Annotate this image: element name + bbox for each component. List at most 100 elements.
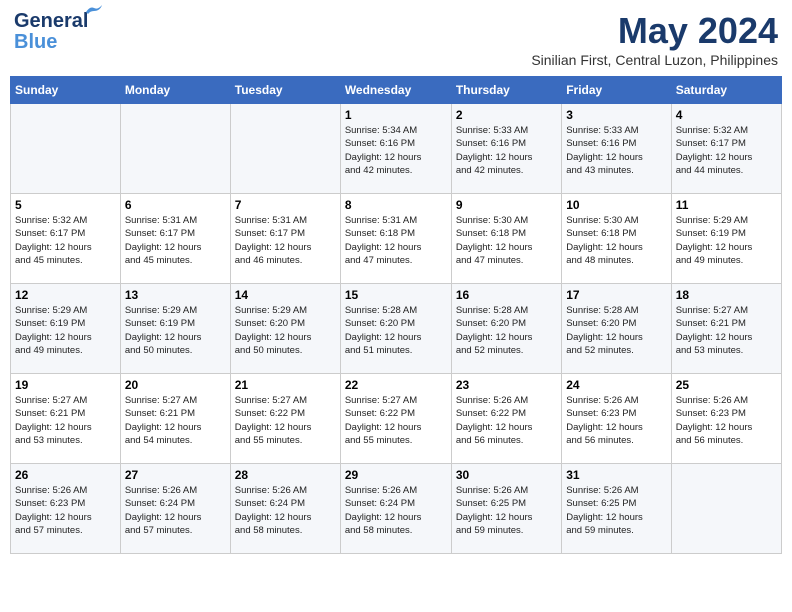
day-number: 4	[676, 108, 777, 122]
day-info: Sunrise: 5:27 AM Sunset: 6:21 PM Dayligh…	[125, 394, 226, 447]
calendar-cell: 31Sunrise: 5:26 AM Sunset: 6:25 PM Dayli…	[562, 464, 671, 554]
day-number: 26	[15, 468, 116, 482]
calendar-cell	[120, 104, 230, 194]
day-number: 11	[676, 198, 777, 212]
calendar-cell: 22 Sunrise: 5:27 AM Sunset: 6:22 PM Dayli…	[340, 374, 451, 464]
day-number: 6	[125, 198, 226, 212]
week-row-2: 5 Sunrise: 5:32 AM Sunset: 6:17 PM Daylig…	[11, 194, 782, 284]
calendar-cell: 29 Sunrise: 5:26 AM Sunset: 6:24 PM Dayli…	[340, 464, 451, 554]
day-number: 10	[566, 198, 666, 212]
logo-bird-icon	[84, 4, 106, 20]
day-info: Sunrise: 5:29 AM Sunset: 6:20 PM Dayligh…	[235, 304, 336, 357]
page-header: General Blue May 2024 Sinilian First, Ce…	[10, 10, 782, 68]
day-number: 17	[566, 288, 666, 302]
calendar-cell: 27 Sunrise: 5:26 AM Sunset: 6:24 PM Dayli…	[120, 464, 230, 554]
calendar-cell: 11 Sunrise: 5:29 AM Sunset: 6:19 PM Dayli…	[671, 194, 781, 284]
day-info: Sunrise: 5:28 AM Sunset: 6:20 PM Dayligh…	[456, 304, 557, 357]
calendar-cell: 8 Sunrise: 5:31 AM Sunset: 6:18 PM Daylig…	[340, 194, 451, 284]
calendar-cell: 12Sunrise: 5:29 AM Sunset: 6:19 PM Dayli…	[11, 284, 121, 374]
day-number: 27	[125, 468, 226, 482]
day-info: Sunrise: 5:26 AM Sunset: 6:24 PM Dayligh…	[125, 484, 226, 537]
day-info: Sunrise: 5:26 AM Sunset: 6:23 PM Dayligh…	[566, 394, 666, 447]
calendar-cell: 21 Sunrise: 5:27 AM Sunset: 6:22 PM Dayli…	[230, 374, 340, 464]
day-number: 18	[676, 288, 777, 302]
calendar-cell: 13 Sunrise: 5:29 AM Sunset: 6:19 PM Dayli…	[120, 284, 230, 374]
day-info: Sunrise: 5:32 AM Sunset: 6:17 PM Dayligh…	[676, 124, 777, 177]
day-number: 21	[235, 378, 336, 392]
day-number: 9	[456, 198, 557, 212]
calendar-table: SundayMondayTuesdayWednesdayThursdayFrid…	[10, 76, 782, 554]
header-thursday: Thursday	[451, 77, 561, 104]
day-number: 22	[345, 378, 447, 392]
day-number: 14	[235, 288, 336, 302]
logo-blue: Blue	[14, 31, 57, 54]
day-info: Sunrise: 5:26 AM Sunset: 6:24 PM Dayligh…	[345, 484, 447, 537]
day-number: 16	[456, 288, 557, 302]
day-info: Sunrise: 5:26 AM Sunset: 6:22 PM Dayligh…	[456, 394, 557, 447]
day-info: Sunrise: 5:33 AM Sunset: 6:16 PM Dayligh…	[456, 124, 557, 177]
day-number: 12	[15, 288, 116, 302]
calendar-cell: 28 Sunrise: 5:26 AM Sunset: 6:24 PM Dayli…	[230, 464, 340, 554]
day-info: Sunrise: 5:29 AM Sunset: 6:19 PM Dayligh…	[676, 214, 777, 267]
calendar-cell: 10 Sunrise: 5:30 AM Sunset: 6:18 PM Dayli…	[562, 194, 671, 284]
day-info: Sunrise: 5:27 AM Sunset: 6:22 PM Dayligh…	[345, 394, 447, 447]
day-info: Sunrise: 5:31 AM Sunset: 6:18 PM Dayligh…	[345, 214, 447, 267]
day-number: 8	[345, 198, 447, 212]
week-row-4: 19 Sunrise: 5:27 AM Sunset: 6:21 PM Dayli…	[11, 374, 782, 464]
day-info: Sunrise: 5:26 AM Sunset: 6:25 PM Dayligh…	[566, 484, 666, 537]
header-sunday: Sunday	[11, 77, 121, 104]
location-subtitle: Sinilian First, Central Luzon, Philippin…	[531, 52, 778, 68]
day-number: 15	[345, 288, 447, 302]
week-row-3: 12 Sunrise: 5:29 AM Sunset: 6:19 PM Dayli…	[11, 284, 782, 374]
day-number: 30	[456, 468, 557, 482]
day-number: 19	[15, 378, 116, 392]
day-info: Sunrise: 5:32 AM Sunset: 6:17 PM Dayligh…	[15, 214, 116, 267]
day-number: 1	[345, 108, 447, 122]
calendar-cell: 2 Sunrise: 5:33 AM Sunset: 6:16 PM Daylig…	[451, 104, 561, 194]
calendar-cell: 9 Sunrise: 5:30 AM Sunset: 6:18 PM Daylig…	[451, 194, 561, 284]
month-title: May 2024	[531, 10, 778, 52]
day-info: Sunrise: 5:26 AM Sunset: 6:23 PM Dayligh…	[676, 394, 777, 447]
header-friday: Friday	[562, 77, 671, 104]
day-number: 23	[456, 378, 557, 392]
day-info: Sunrise: 5:30 AM Sunset: 6:18 PM Dayligh…	[566, 214, 666, 267]
calendar-cell	[230, 104, 340, 194]
day-info: Sunrise: 5:31 AM Sunset: 6:17 PM Dayligh…	[235, 214, 336, 267]
calendar-cell	[11, 104, 121, 194]
calendar-cell: 23 Sunrise: 5:26 AM Sunset: 6:22 PM Dayli…	[451, 374, 561, 464]
day-number: 5	[15, 198, 116, 212]
day-number: 28	[235, 468, 336, 482]
day-info: Sunrise: 5:34 AM Sunset: 6:16 PM Dayligh…	[345, 124, 447, 177]
day-info: Sunrise: 5:27 AM Sunset: 6:22 PM Dayligh…	[235, 394, 336, 447]
day-info: Sunrise: 5:27 AM Sunset: 6:21 PM Dayligh…	[676, 304, 777, 357]
calendar-cell: 5 Sunrise: 5:32 AM Sunset: 6:17 PM Daylig…	[11, 194, 121, 284]
day-info: Sunrise: 5:26 AM Sunset: 6:24 PM Dayligh…	[235, 484, 336, 537]
day-number: 3	[566, 108, 666, 122]
header-row: SundayMondayTuesdayWednesdayThursdayFrid…	[11, 77, 782, 104]
day-number: 13	[125, 288, 226, 302]
day-number: 29	[345, 468, 447, 482]
calendar-cell: 14 Sunrise: 5:29 AM Sunset: 6:20 PM Dayli…	[230, 284, 340, 374]
week-row-5: 26 Sunrise: 5:26 AM Sunset: 6:23 PM Dayli…	[11, 464, 782, 554]
day-number: 7	[235, 198, 336, 212]
calendar-cell: 6Sunrise: 5:31 AM Sunset: 6:17 PM Daylig…	[120, 194, 230, 284]
calendar-cell: 30Sunrise: 5:26 AM Sunset: 6:25 PM Dayli…	[451, 464, 561, 554]
day-info: Sunrise: 5:30 AM Sunset: 6:18 PM Dayligh…	[456, 214, 557, 267]
week-row-1: 1 Sunrise: 5:34 AM Sunset: 6:16 PM Daylig…	[11, 104, 782, 194]
day-info: Sunrise: 5:28 AM Sunset: 6:20 PM Dayligh…	[345, 304, 447, 357]
calendar-cell: 25 Sunrise: 5:26 AM Sunset: 6:23 PM Dayli…	[671, 374, 781, 464]
calendar-cell: 24Sunrise: 5:26 AM Sunset: 6:23 PM Dayli…	[562, 374, 671, 464]
calendar-cell: 16 Sunrise: 5:28 AM Sunset: 6:20 PM Dayli…	[451, 284, 561, 374]
calendar-cell: 15 Sunrise: 5:28 AM Sunset: 6:20 PM Dayli…	[340, 284, 451, 374]
calendar-cell: 4 Sunrise: 5:32 AM Sunset: 6:17 PM Daylig…	[671, 104, 781, 194]
day-number: 2	[456, 108, 557, 122]
calendar-cell: 1 Sunrise: 5:34 AM Sunset: 6:16 PM Daylig…	[340, 104, 451, 194]
calendar-cell: 18 Sunrise: 5:27 AM Sunset: 6:21 PM Dayli…	[671, 284, 781, 374]
day-number: 25	[676, 378, 777, 392]
day-info: Sunrise: 5:29 AM Sunset: 6:19 PM Dayligh…	[125, 304, 226, 357]
calendar-cell: 26 Sunrise: 5:26 AM Sunset: 6:23 PM Dayli…	[11, 464, 121, 554]
calendar-cell: 7 Sunrise: 5:31 AM Sunset: 6:17 PM Daylig…	[230, 194, 340, 284]
day-info: Sunrise: 5:26 AM Sunset: 6:23 PM Dayligh…	[15, 484, 116, 537]
day-number: 20	[125, 378, 226, 392]
logo: General Blue	[14, 10, 88, 54]
